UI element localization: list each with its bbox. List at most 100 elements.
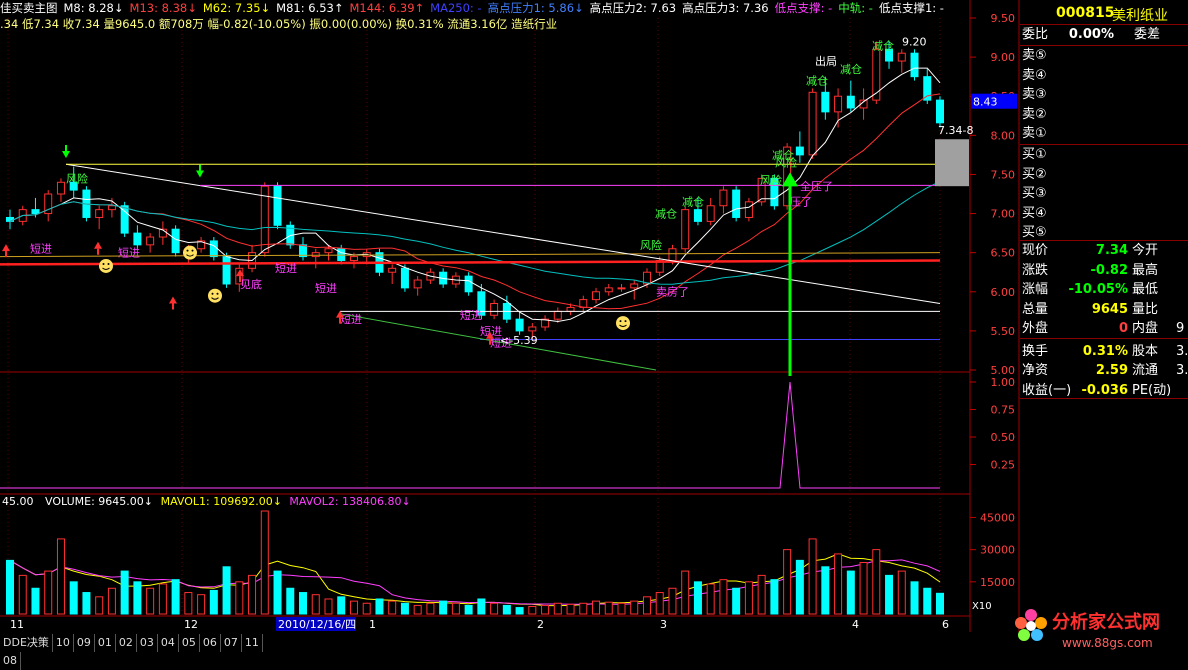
smiley-eye [211,292,214,295]
date-label: 2 [537,618,544,631]
quote-stat-value: 9645 [1091,301,1128,317]
chart-annotation: 减仓 [806,73,828,87]
volume-bar [107,587,116,615]
candle-body [617,287,626,290]
quote-stat-label: 流通 [1132,363,1159,378]
sell-arrow-icon [196,170,204,178]
price-tick-label: 5.50 [991,325,1016,338]
tab-09[interactable]: 09 [74,634,95,652]
tab-11[interactable]: 11 [242,634,263,652]
quote-stat-row: 外盘 0 内盘 9 [1020,319,1188,339]
volume-tick-label: 45000 [980,511,1015,524]
stock-chart[interactable]: 9.509.008.508.007.507.006.506.005.505.00… [0,0,1188,660]
candle-body [592,291,601,301]
volume-bar [936,592,944,615]
volume-bar [311,594,320,615]
quote-separator [1020,45,1188,46]
sell-level-label: 卖② [1022,106,1047,122]
sell-level-row[interactable]: 卖⑤ [1020,46,1188,66]
buy-level-row[interactable]: 买① [1020,145,1188,165]
chart-annotation: 见底 [240,277,262,291]
price-tick-label: 7.00 [991,208,1016,221]
quote-separator [1020,338,1188,339]
tab-04[interactable]: 04 [158,634,179,652]
smiley-eye [102,262,105,265]
volume-bar [209,589,218,615]
smiley-icon [99,258,113,273]
volume-bar [82,592,91,615]
quote-stat-label: 今开 [1132,243,1159,258]
price-tick-label: 9.00 [991,51,1016,64]
candle-body [923,76,932,101]
smiley-icon [208,288,222,303]
volume-bar [693,581,702,615]
volume-bar [566,603,575,615]
quote-stat-label: 净资 [1022,363,1049,378]
volume-bar [120,570,129,615]
quote-stat-value: 3. [1176,363,1188,378]
volume-bar [885,574,894,615]
volume-bar [158,583,167,615]
quote-summary-line: .34 低7.34 收7.34 量9645.0 额708万 幅-0.82(-10… [0,17,558,31]
tab-05[interactable]: 05 [179,634,200,652]
candle-body [910,52,919,78]
volume-bar [197,594,206,615]
candle-body [146,236,155,246]
buy-level-row[interactable]: 买③ [1020,184,1188,204]
watermark-title: 分析家公式网 [1052,612,1160,633]
buy-level-label: 买① [1022,147,1047,162]
volume-bar [286,587,295,615]
candle-body [528,326,537,332]
sell-level-row[interactable]: 卖④ [1020,66,1188,86]
ma-legend-item: M62: 7.35↓ [202,1,271,15]
chart-annotation: 短进 [460,308,482,322]
buy-arrow-icon [94,241,102,249]
ma-legend-item: 高点压力2: 7.63 [589,1,677,15]
candle-body [681,209,690,250]
volume-bar [655,592,664,615]
volume-legend-item: 45.00 [2,495,34,508]
quote-stat-value: 3. [1176,343,1188,359]
volume-bar [732,587,741,615]
tab-03[interactable]: 03 [137,634,158,652]
sell-level-row[interactable]: 卖② [1020,105,1188,125]
chart-annotation: 出局 [815,54,837,68]
tab-08[interactable]: 08 [0,652,21,670]
chart-annotation: 风险 [760,173,782,187]
selected-date-label: 2010/12/16/四 [278,618,356,631]
chart-annotation: 全压了 [800,179,833,193]
tab-dde[interactable]: DDE决策 [0,634,53,652]
chart-annotation: <-5.39 [500,334,538,347]
volume-bar [324,598,333,615]
volume-bar [706,583,715,615]
tab-07[interactable]: 07 [221,634,242,652]
tab-02[interactable]: 02 [116,634,137,652]
volume-bar [133,581,142,615]
buy-arrow-icon [2,244,10,252]
chart-annotation: 短进 [340,312,362,326]
chart-annotation: 风险 [640,238,662,252]
buy-level-row[interactable]: 买④ [1020,204,1188,224]
buy-level-row[interactable]: 买② [1020,165,1188,185]
smiley-face [616,316,630,331]
quote-stat-label: 总量 [1022,301,1049,317]
candle-body [604,287,613,293]
sell-level-row[interactable]: 卖① [1020,124,1188,144]
candle-body [400,267,409,289]
smiley-eye [216,292,219,295]
tab-01[interactable]: 01 [95,634,116,652]
buy-arrow-icon [169,296,177,304]
price-tick-label: 8.00 [991,129,1016,142]
chart-annotation: 9.20 [902,35,927,48]
candle-body [744,201,753,218]
volume-bar [757,574,766,615]
quote-stat-row: 换手 0.31% 股本 3. [1020,342,1188,362]
bottom-tabs[interactable]: DDE决策 10 09 01 02 03 04 05 06 07 11 08 [0,634,275,670]
quote-separator [1020,398,1188,399]
sell-level-row[interactable]: 卖③ [1020,85,1188,105]
wei-bi-value: 0.00% [1068,27,1114,42]
wei-bi-row: 委比 0.00% 委差 [1020,25,1188,45]
tab-06[interactable]: 06 [200,634,221,652]
volume-bar [146,587,155,615]
tab-10[interactable]: 10 [53,634,74,652]
